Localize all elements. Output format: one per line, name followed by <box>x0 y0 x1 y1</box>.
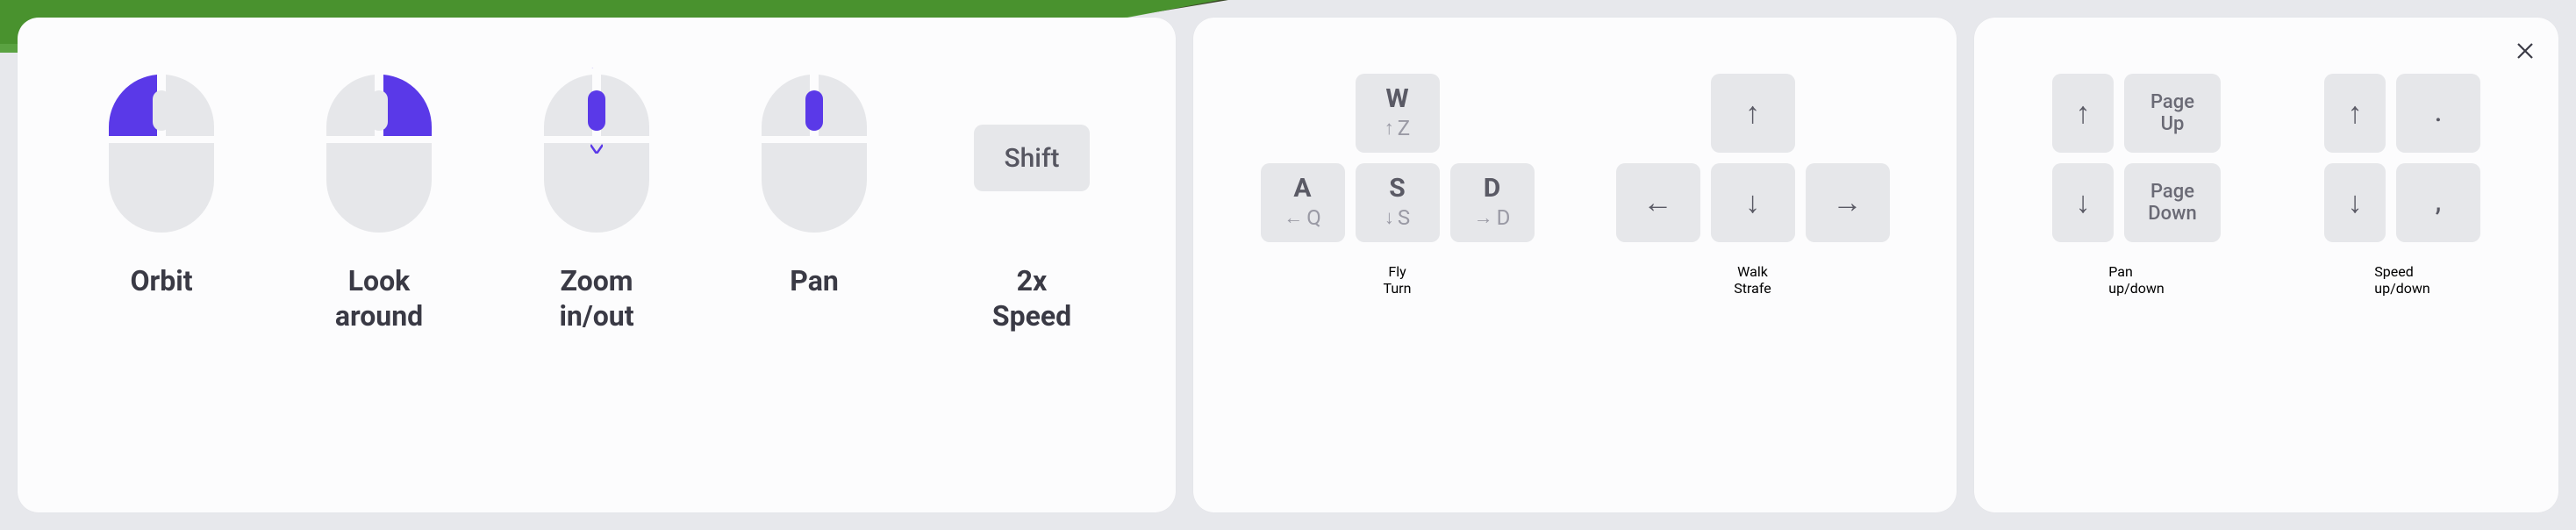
pan-updown-label: Pan up/down <box>2108 263 2164 297</box>
look-around-control: Look around <box>270 53 488 333</box>
look-around-label: Look around <box>335 263 423 333</box>
fly-controls: W ↑Z A ←Q S ↓S <box>1261 53 1535 297</box>
key-d: D →D <box>1450 163 1535 242</box>
key-s: S ↓S <box>1356 163 1440 242</box>
auxiliary-controls-panel: ↑ Page Up ↓ Page Down <box>1974 18 2558 512</box>
pan-control: Pan <box>705 53 923 298</box>
pan-label: Pan <box>790 263 839 298</box>
fly-label: Fly <box>1388 263 1406 280</box>
key-comma: , <box>2396 163 2480 242</box>
key-up: ↑ <box>1711 74 1795 153</box>
pan-updown-controls: ↑ Page Up ↓ Page Down <box>2052 53 2221 297</box>
zoom-label: Zoom in/out <box>559 263 633 333</box>
shift-keycap-icon: Shift <box>974 125 1089 191</box>
key-a: A ←Q <box>1261 163 1345 242</box>
mouse-icon-left-button <box>100 75 223 241</box>
close-button[interactable] <box>2513 39 2537 63</box>
key-right: → <box>1806 163 1890 242</box>
mouse-controls-panel: Orbit Look around <box>18 18 1176 512</box>
key-up-arrow-speed: ↑ <box>2324 74 2386 153</box>
key-down-arrow-speed: ↓ <box>2324 163 2386 242</box>
key-page-down: Page Down <box>2124 163 2221 242</box>
orbit-label: Orbit <box>130 263 192 298</box>
controls-help-overlay: Orbit Look around <box>0 0 2576 530</box>
walk-controls: ↑ ← ↓ → <box>1616 53 1890 297</box>
key-up-arrow: ↑ <box>2052 74 2114 153</box>
fly-sublabel: Turn <box>1384 280 1412 297</box>
mouse-icon-scroll-wheel <box>535 75 658 241</box>
key-page-up: Page Up <box>2124 74 2221 153</box>
key-left: ← <box>1616 163 1700 242</box>
speed-updown-controls: ↑ . ↓ , <box>2324 53 2480 297</box>
key-w: W ↑Z <box>1356 74 1440 153</box>
orbit-control: Orbit <box>53 53 270 298</box>
key-down-arrow: ↓ <box>2052 163 2114 242</box>
speed-updown-label: Speed up/down <box>2374 263 2429 297</box>
close-icon <box>2515 40 2536 61</box>
walk-label: Walk <box>1737 263 1768 280</box>
mouse-icon-middle-button <box>753 75 876 241</box>
zoom-control: Zoom in/out <box>488 53 705 333</box>
speed-modifier-control: Shift 2x Speed <box>923 53 1141 333</box>
mouse-icon-right-button <box>318 75 440 241</box>
movement-controls-panel: W ↑Z A ←Q S ↓S <box>1193 18 1957 512</box>
walk-sublabel: Strafe <box>1734 280 1771 297</box>
key-down: ↓ <box>1711 163 1795 242</box>
key-period: . <box>2396 74 2480 153</box>
speed-label: 2x Speed <box>992 263 1071 333</box>
